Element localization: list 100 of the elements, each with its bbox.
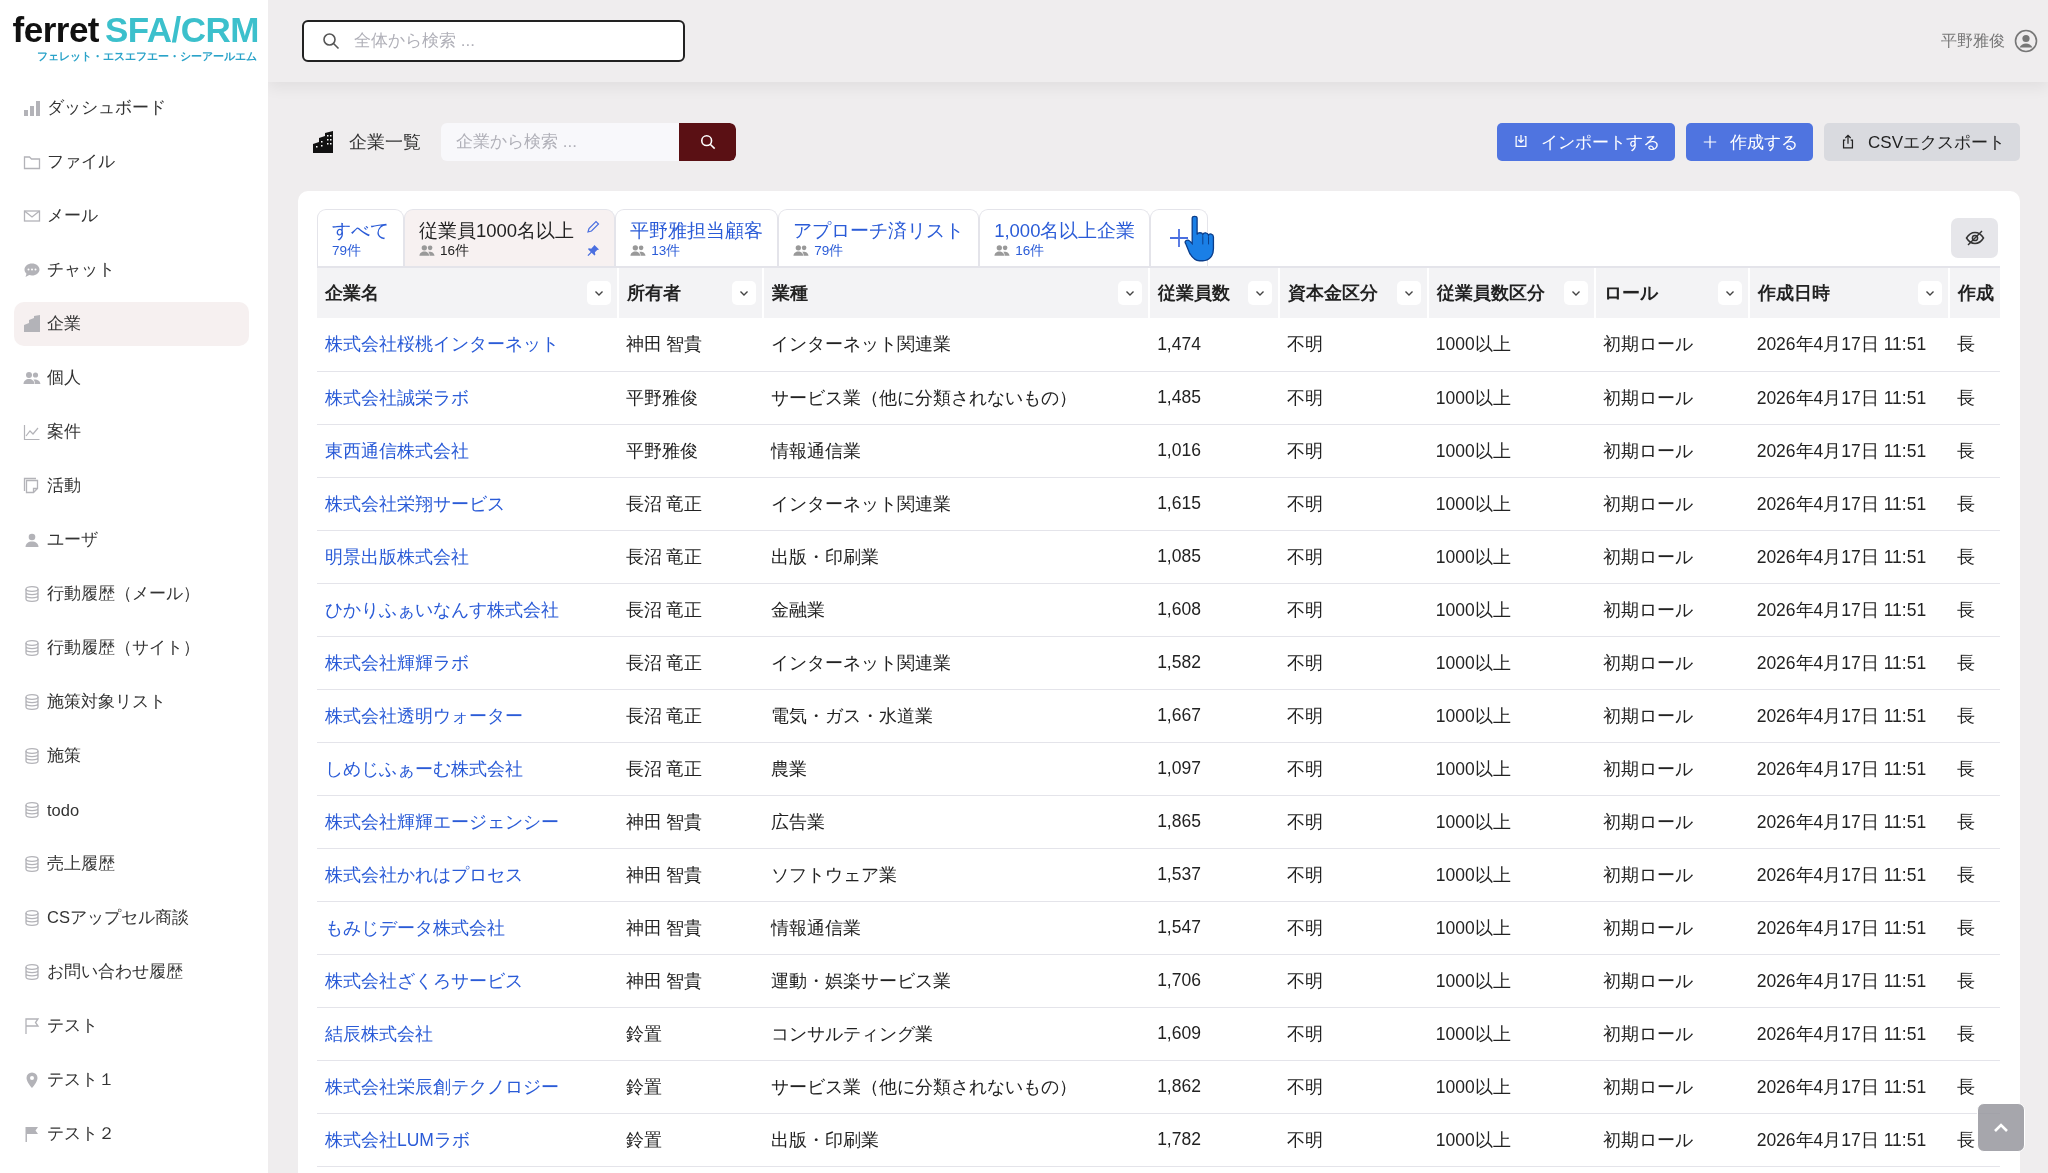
- table-cell: 初期ロール: [1594, 318, 1749, 371]
- sort-button[interactable]: [1917, 281, 1942, 305]
- sidebar-item[interactable]: メール: [14, 194, 249, 238]
- chevron-down-icon: [1403, 289, 1414, 297]
- table-cell: サービス業（他に分類されないもの）: [763, 371, 1150, 424]
- table-cell: 不明: [1279, 795, 1428, 848]
- table-cell: 2026年4月17日 11:51: [1748, 636, 1949, 689]
- table-cell: 鈴置: [617, 1060, 764, 1113]
- company-link[interactable]: 株式会社桜桃インターネット: [317, 318, 618, 371]
- table-cell: 1,865: [1149, 795, 1280, 848]
- sidebar-item[interactable]: todo: [14, 788, 249, 832]
- pencil-icon[interactable]: [586, 220, 601, 234]
- table-cell: 不明: [1279, 1007, 1428, 1060]
- database-icon: [23, 693, 41, 711]
- sidebar-item[interactable]: テスト: [14, 1004, 249, 1048]
- sort-button[interactable]: [1248, 281, 1273, 305]
- view-tab[interactable]: 従業員1000名以上 16件: [404, 209, 616, 266]
- user-avatar-icon[interactable]: [2014, 29, 2038, 53]
- table-cell: 2026年4月17日 11:51: [1748, 848, 1949, 901]
- table-cell: インターネット関連業: [763, 318, 1150, 371]
- sidebar-item[interactable]: 施策: [14, 734, 249, 778]
- sidebar-item[interactable]: 案件: [14, 410, 249, 454]
- sidebar-item[interactable]: ユーザ: [14, 518, 249, 562]
- global-search-field[interactable]: 全体から検索 ...: [302, 20, 685, 62]
- company-link[interactable]: 株式会社栄翔サービス: [317, 477, 618, 530]
- sidebar-item[interactable]: CSアップセル商談: [14, 896, 249, 940]
- search-icon: [699, 134, 716, 150]
- table-cell: 長: [1948, 1007, 2000, 1060]
- table-cell: 2026年4月17日 11:51: [1748, 1007, 1949, 1060]
- table-cell: 1,097: [1149, 742, 1280, 795]
- table-cell: 1,016: [1149, 424, 1280, 477]
- company-link[interactable]: 株式会社輝輝ラボ: [317, 636, 618, 689]
- table-cell: 初期ロール: [1594, 1060, 1749, 1113]
- table-cell: 初期ロール: [1594, 636, 1749, 689]
- sidebar-item[interactable]: ダッシュボード: [14, 86, 249, 130]
- table-cell: 神田 智貴: [617, 795, 764, 848]
- column-title: ロール: [1603, 282, 1658, 305]
- scroll-to-top-button[interactable]: [1977, 1103, 2025, 1152]
- chevron-up-icon: [1993, 1122, 2009, 1133]
- people-icon: [994, 243, 1011, 257]
- column-title: 従業員数: [1158, 282, 1231, 305]
- company-link[interactable]: ひかりふぁいなんす株式会社: [317, 583, 618, 636]
- view-tab[interactable]: アプローチ済リスト 79件: [778, 209, 980, 266]
- table-cell: 神田 智貴: [617, 848, 764, 901]
- table-cell: 情報通信業: [763, 901, 1150, 954]
- create-button[interactable]: 作成する: [1686, 123, 1814, 161]
- database-icon: [23, 747, 41, 765]
- table-cell: 神田 智貴: [617, 318, 764, 371]
- company-link[interactable]: 株式会社透明ウォーター: [317, 689, 618, 742]
- table-cell: 1,706: [1149, 954, 1280, 1007]
- view-tab[interactable]: 1,000名以上企業 16件: [979, 209, 1151, 266]
- export-button[interactable]: CSVエクスポート: [1824, 123, 2020, 161]
- sidebar-item[interactable]: 活動: [14, 464, 249, 508]
- sidebar-item[interactable]: 売上履歴: [14, 842, 249, 886]
- hide-columns-button[interactable]: [1951, 217, 1998, 258]
- company-link[interactable]: もみじデータ株式会社: [317, 901, 618, 954]
- column-title: 資本金区分: [1288, 282, 1379, 305]
- sidebar-item[interactable]: 行動履歴（メール）: [14, 572, 249, 616]
- table-cell: 初期ロール: [1594, 742, 1749, 795]
- people-icon: [793, 243, 810, 257]
- company-link[interactable]: 株式会社LUMラボ: [317, 1113, 618, 1166]
- pin-icon[interactable]: [587, 244, 601, 257]
- sort-button[interactable]: [732, 281, 757, 305]
- company-link[interactable]: 結辰株式会社: [317, 1007, 618, 1060]
- line-chart-icon: [23, 423, 41, 441]
- company-link[interactable]: 株式会社誠栄ラボ: [317, 371, 618, 424]
- sidebar-item[interactable]: お問い合わせ履歴: [14, 950, 249, 994]
- company-link[interactable]: 明景出版株式会社: [317, 530, 618, 583]
- import-button[interactable]: インポートする: [1497, 123, 1676, 161]
- company-search-field[interactable]: 企業から検索 ...: [441, 123, 679, 161]
- sidebar-item[interactable]: 行動履歴（サイト）: [14, 626, 249, 670]
- sidebar-item[interactable]: ファイル: [14, 140, 249, 184]
- table-cell: 出版・印刷業: [763, 530, 1150, 583]
- sort-button[interactable]: [1563, 281, 1588, 305]
- table-cell: 1000以上: [1427, 689, 1595, 742]
- column-title: 所有者: [626, 282, 681, 305]
- company-link[interactable]: 株式会社栄辰創テクノロジー: [317, 1060, 618, 1113]
- table-cell: インターネット関連業: [763, 636, 1150, 689]
- sort-button[interactable]: [1118, 281, 1143, 305]
- company-link[interactable]: 株式会社輝輝エージェンシー: [317, 795, 618, 848]
- company-link[interactable]: しめじふぁーむ株式会社: [317, 742, 618, 795]
- sidebar-item[interactable]: 企業: [14, 302, 249, 346]
- sort-button[interactable]: [586, 281, 611, 305]
- sidebar-item[interactable]: 施策対象リスト: [14, 680, 249, 724]
- view-tab[interactable]: すべて 79件: [317, 209, 404, 266]
- sidebar-item[interactable]: テスト２: [14, 1112, 249, 1156]
- tab-count: 79件: [814, 241, 844, 259]
- table-cell: 1,608: [1149, 583, 1280, 636]
- sort-button[interactable]: [1717, 281, 1742, 305]
- tab-count: 16件: [1015, 241, 1045, 259]
- sidebar-item[interactable]: テスト１: [14, 1058, 249, 1102]
- sidebar-item[interactable]: チャット: [14, 248, 249, 292]
- company-link[interactable]: 株式会社かれはプロセス: [317, 848, 618, 901]
- sort-button[interactable]: [1396, 281, 1421, 305]
- company-link[interactable]: 株式会社ざくろサービス: [317, 954, 618, 1007]
- view-tab[interactable]: 平野雅担当顧客 13件: [615, 209, 779, 266]
- company-link[interactable]: 東西通信株式会社: [317, 424, 618, 477]
- table-cell: 長沼 竜正: [617, 636, 764, 689]
- search-button[interactable]: [679, 123, 736, 161]
- sidebar-item[interactable]: 個人: [14, 356, 249, 400]
